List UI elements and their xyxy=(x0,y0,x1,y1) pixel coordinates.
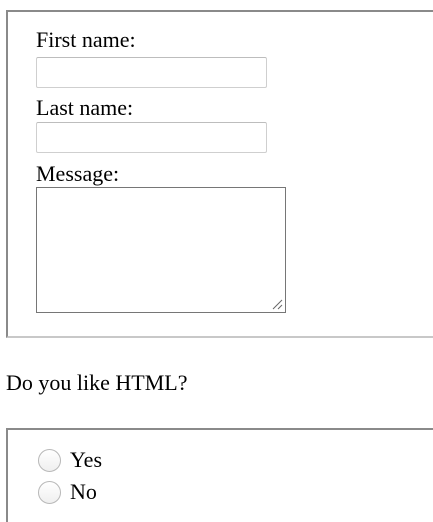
last-name-input[interactable] xyxy=(36,122,267,153)
resize-grip-icon[interactable] xyxy=(271,298,283,310)
radio-option-no[interactable]: No xyxy=(38,479,97,505)
first-name-input[interactable] xyxy=(36,57,267,88)
contact-form-fieldset: First name: Last name: Message: xyxy=(6,10,433,338)
last-name-label: Last name: xyxy=(36,95,134,120)
message-textarea[interactable] xyxy=(36,187,286,313)
first-name-label: First name: xyxy=(36,27,136,52)
html-preference-fieldset: Yes No xyxy=(6,428,433,522)
radio-label-yes: Yes xyxy=(70,447,103,472)
radio-label-no: No xyxy=(70,479,97,504)
message-label: Message: xyxy=(36,161,120,186)
radio-unchecked-icon[interactable] xyxy=(38,448,61,472)
radio-option-yes[interactable]: Yes xyxy=(38,447,102,473)
question-text: Do you like HTML? xyxy=(6,370,188,395)
radio-unchecked-icon[interactable] xyxy=(38,480,61,504)
